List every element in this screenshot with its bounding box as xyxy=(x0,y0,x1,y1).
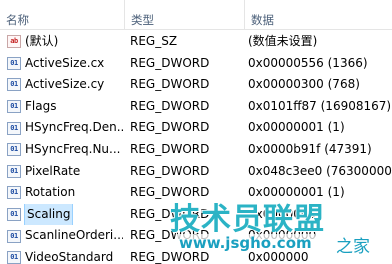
value-data-cell: (数值未设置) xyxy=(248,34,318,48)
value-name-cell[interactable]: 01 HSyncFreq.Den... xyxy=(7,117,123,139)
value-name-cell[interactable]: 01 Scaling xyxy=(7,203,123,226)
binary-value-icon: 01 xyxy=(7,208,21,222)
value-name-cell[interactable]: 01 HSyncFreq.Nu... xyxy=(7,139,123,161)
value-name-label: (默认) xyxy=(25,34,59,48)
string-value-icon: ab xyxy=(7,35,21,49)
value-name-cell[interactable]: 01 ScanlineOrderi... xyxy=(7,225,123,247)
value-type-cell: REG_DWORD xyxy=(130,141,210,156)
watermark-logo-text: 技术员联盟 xyxy=(170,202,325,237)
value-name-label: ScanlineOrderi... xyxy=(25,228,123,243)
registry-value-row[interactable]: ab (默认) REG_SZ (数值未设置) xyxy=(0,31,392,53)
binary-value-icon: 01 xyxy=(7,186,21,200)
value-name-label: Flags xyxy=(25,98,57,113)
value-name-cell[interactable]: 01 VideoStandard xyxy=(7,247,123,264)
registry-value-row[interactable]: 01 PixelRate REG_DWORD 0x048c3ee0 (76300000… xyxy=(0,161,392,183)
value-type-cell: REG_DWORD xyxy=(130,55,210,70)
value-type-cell: REG_DWORD xyxy=(130,77,210,92)
binary-value-icon: 01 xyxy=(7,251,21,264)
column-header: 名称 类型 数据 xyxy=(0,0,392,30)
value-data-cell: 0x00000556 (1366) xyxy=(248,55,368,70)
value-name-cell[interactable]: ab (默认) xyxy=(7,31,123,53)
registry-value-row[interactable]: 01 HSyncFreq.Nu... REG_DWORD 0x0000b91f (47… xyxy=(0,139,392,161)
registry-value-row[interactable]: 01 HSyncFreq.Den... REG_DWORD 0x00000001 (1… xyxy=(0,117,392,139)
value-name-cell[interactable]: 01 Flags xyxy=(7,96,123,118)
binary-value-icon: 01 xyxy=(7,143,21,157)
binary-value-icon: 01 xyxy=(7,56,21,70)
value-type-cell: REG_SZ xyxy=(130,34,178,48)
column-header-name[interactable]: 名称 xyxy=(0,0,124,30)
watermark-suffix: 之家 xyxy=(336,237,370,257)
value-name-label: Scaling xyxy=(23,203,74,226)
registry-value-row[interactable]: 01 ActiveSize.cy REG_DWORD 0x00000300 (768) xyxy=(0,74,392,96)
value-name-cell[interactable]: 01 ActiveSize.cy xyxy=(7,74,123,96)
value-data-cell: 0x00000300 (768) xyxy=(248,77,360,92)
value-type-cell: REG_DWORD xyxy=(130,120,210,135)
column-header-data[interactable]: 数据 xyxy=(244,0,392,30)
watermark: 技术员联盟 www.jsgho.com 之家 xyxy=(168,194,392,264)
value-name-label: Rotation xyxy=(25,185,76,200)
value-name-cell[interactable]: 01 Rotation xyxy=(7,182,123,204)
value-name-label: VideoStandard xyxy=(25,249,114,264)
value-name-label: PixelRate xyxy=(25,163,81,178)
value-name-label: ActiveSize.cx xyxy=(25,55,105,70)
binary-value-icon: 01 xyxy=(7,229,21,243)
value-name-cell[interactable]: 01 PixelRate xyxy=(7,161,123,183)
registry-value-row[interactable]: 01 Flags REG_DWORD 0x0101ff87 (16908167) xyxy=(0,96,392,118)
watermark-url: www.jsgho.com xyxy=(176,234,315,252)
value-data-cell: 0x0101ff87 (16908167) xyxy=(248,98,392,113)
binary-value-icon: 01 xyxy=(7,78,21,92)
binary-value-icon: 01 xyxy=(7,100,21,114)
value-data-cell: 0x048c3ee0 (76300000) xyxy=(248,163,392,178)
column-header-type[interactable]: 类型 xyxy=(124,0,244,30)
value-name-cell[interactable]: 01 ActiveSize.cx xyxy=(7,53,123,75)
value-type-cell: REG_DWORD xyxy=(130,98,210,113)
value-name-label: HSyncFreq.Den... xyxy=(25,120,123,135)
binary-value-icon: 01 xyxy=(7,121,21,135)
value-data-cell: 0x0000b91f (47391) xyxy=(248,141,372,156)
value-type-cell: REG_DWORD xyxy=(130,163,210,178)
value-data-cell: 0x00000001 (1) xyxy=(248,120,345,135)
value-name-label: HSyncFreq.Nu... xyxy=(25,141,121,156)
binary-value-icon: 01 xyxy=(7,164,21,178)
registry-value-row[interactable]: 01 ActiveSize.cx REG_DWORD 0x00000556 (1366… xyxy=(0,53,392,75)
value-name-label: ActiveSize.cy xyxy=(25,77,105,92)
